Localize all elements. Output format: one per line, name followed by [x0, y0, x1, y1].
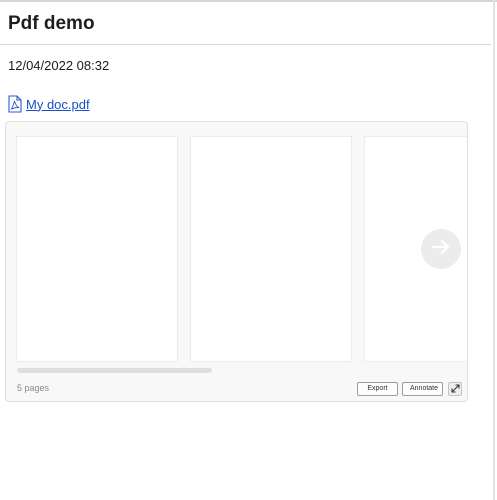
- page-count: 5 pages: [17, 383, 50, 393]
- horizontal-scrollbar[interactable]: [17, 368, 212, 373]
- page-title: Pdf demo: [8, 13, 95, 34]
- pdf-file-name[interactable]: My doc.pdf: [26, 97, 90, 112]
- expand-button[interactable]: [448, 382, 462, 396]
- page-header: Pdf demo: [0, 2, 491, 45]
- expand-icon: [450, 380, 460, 398]
- pdf-viewer: 5 pages Export Annotate: [5, 121, 468, 402]
- arrow-right-icon: [430, 236, 452, 263]
- page-thumbnail-2[interactable]: [190, 136, 352, 362]
- page-strip[interactable]: [6, 122, 467, 364]
- page-thumbnail-1[interactable]: [16, 136, 178, 362]
- timestamp: 12/04/2022 08:32: [8, 58, 110, 73]
- next-page-button[interactable]: [421, 229, 461, 269]
- annotate-button[interactable]: Annotate: [402, 382, 443, 396]
- export-button[interactable]: Export: [357, 382, 398, 396]
- pdf-file-icon: [8, 95, 22, 113]
- pdf-file-link[interactable]: My doc.pdf: [8, 94, 90, 114]
- right-border: [493, 0, 495, 500]
